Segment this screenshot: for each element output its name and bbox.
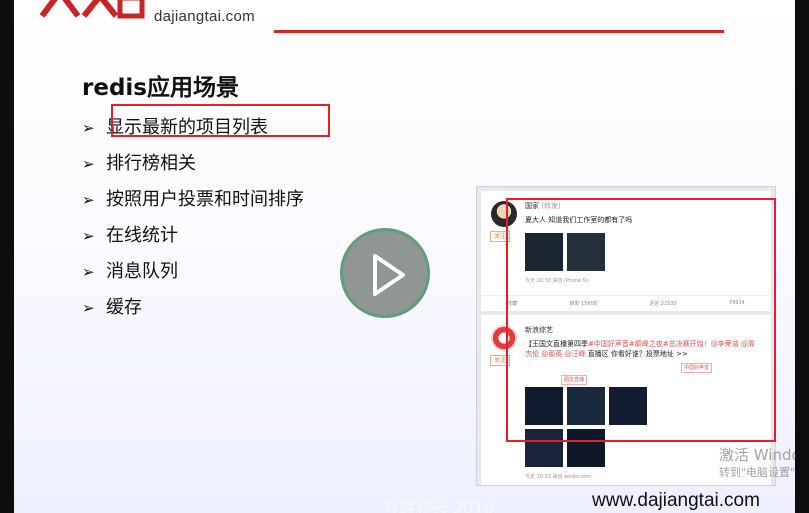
feed-highlight-box [506,198,776,442]
header-divider [274,30,724,33]
play-icon [373,254,405,296]
bullet-label: 在线统计 [106,225,178,246]
bullet-label: 排行榜相关 [106,153,196,174]
footer-url: www.dajiangtai.com [592,490,760,511]
bullet-label: 消息队列 [106,261,178,282]
bullet-list: ➢ 显示最新的项目列表 ➢ 排行榜相关 ➢ 按照用户投票和时间排序 ➢ 在线统计 ➢ 消息… [82,110,304,326]
play-button[interactable] [340,228,430,318]
windows-activation-subtitle: 转到"电脑设置"以激活 [719,466,795,479]
windows-activation-title: 激活 Windows [719,446,795,464]
bullet-item: ➢ 缓存 [82,290,304,326]
arrow-bullet-icon: ➢ [82,191,95,209]
arrow-bullet-icon: ➢ [82,227,95,245]
arrow-bullet-icon: ➢ [82,155,95,173]
arrow-bullet-icon: ➢ [82,119,95,137]
bullet-label: 缓存 [106,297,142,318]
bullet-item: ➢ 消息队列 [82,254,304,290]
post-meta: 今天 20:02 来自 weibo.com [525,474,592,480]
bullet-item: ➢ 按照用户投票和时间排序 [82,182,304,218]
faded-overlay-text: 互联在云 2016 [384,499,494,513]
arrow-bullet-icon: ➢ [82,299,95,317]
slide-title: redis应用场景 [82,75,239,101]
logo-icon [39,0,145,19]
bullet-label: 按照用户投票和时间排序 [106,189,304,210]
logo-text: dajiangtai.com [154,8,255,25]
bullet-item: ➢ 在线统计 [82,218,304,254]
highlight-box [111,104,330,137]
arrow-bullet-icon: ➢ [82,263,95,281]
bullet-item: ➢ 排行榜相关 [82,146,304,182]
